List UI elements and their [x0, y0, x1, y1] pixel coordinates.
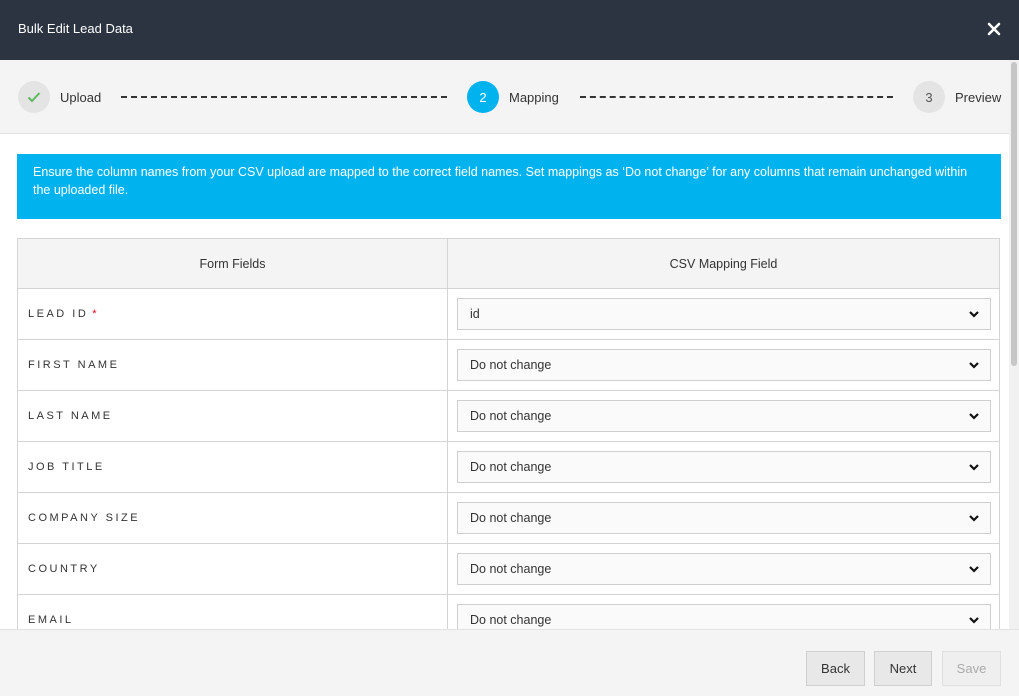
chevron-down-icon [969, 617, 979, 624]
mapping-select[interactable]: Do not change [457, 451, 991, 483]
field-name: LAST NAME [28, 410, 113, 422]
table-row: LEAD ID * id [18, 289, 999, 340]
step-label: Mapping [509, 89, 559, 105]
column-header-csv-mapping: CSV Mapping Field [669, 256, 778, 271]
dialog-body: Ensure the column names from your CSV up… [0, 135, 1009, 629]
field-name: COMPANY SIZE [28, 512, 141, 524]
mapping-select[interactable]: Do not change [457, 553, 991, 585]
field-label: FIRST NAME [18, 340, 448, 390]
step-upload[interactable]: Upload [18, 81, 101, 113]
field-name: LEAD ID [28, 308, 89, 320]
field-label: COMPANY SIZE [18, 493, 448, 543]
step-mapping[interactable]: 2 Mapping [467, 81, 559, 113]
table-row: EMAIL Do not change [18, 595, 999, 629]
chevron-down-icon [969, 566, 979, 573]
scrollbar-thumb[interactable] [1011, 62, 1017, 366]
select-value: Do not change [470, 613, 552, 627]
field-name: EMAIL [28, 614, 74, 626]
table-header: Form Fields CSV Mapping Field [18, 239, 999, 289]
step-number: 2 [467, 81, 499, 113]
field-name: COUNTRY [28, 563, 100, 575]
close-icon[interactable] [987, 20, 1001, 38]
dialog-title: Bulk Edit Lead Data [18, 21, 133, 36]
save-button[interactable]: Save [942, 651, 1001, 686]
table-row: FIRST NAME Do not change [18, 340, 999, 391]
info-banner: Ensure the column names from your CSV up… [17, 154, 1001, 219]
checkmark-icon [18, 81, 50, 113]
field-label: LEAD ID * [18, 289, 448, 339]
required-marker: * [92, 308, 100, 320]
mapping-select[interactable]: Do not change [457, 502, 991, 534]
chevron-down-icon [969, 311, 979, 318]
table-row: COMPANY SIZE Do not change [18, 493, 999, 544]
field-label: JOB TITLE [18, 442, 448, 492]
table-row: JOB TITLE Do not change [18, 442, 999, 493]
chevron-down-icon [969, 464, 979, 471]
mapping-table: Form Fields CSV Mapping Field LEAD ID * i… [17, 238, 1000, 629]
mapping-select[interactable]: Do not change [457, 349, 991, 381]
step-connector [121, 96, 447, 98]
step-number: 3 [913, 81, 945, 113]
step-label: Preview [955, 89, 1002, 105]
field-label: COUNTRY [18, 544, 448, 594]
field-name: FIRST NAME [28, 359, 120, 371]
select-value: Do not change [470, 460, 552, 474]
mapping-select[interactable]: id [457, 298, 991, 330]
dialog-footer: Back Next Save [0, 629, 1019, 696]
table-row: LAST NAME Do not change [18, 391, 999, 442]
wizard-stepper: Upload 2 Mapping 3 Preview [0, 60, 1009, 134]
select-value: Do not change [470, 358, 552, 372]
column-header-form-fields: Form Fields [18, 239, 448, 288]
chevron-down-icon [969, 413, 979, 420]
chevron-down-icon [969, 362, 979, 369]
select-value: Do not change [470, 409, 552, 423]
chevron-down-icon [969, 515, 979, 522]
select-value: Do not change [470, 511, 552, 525]
step-connector [580, 96, 893, 98]
step-label: Upload [60, 89, 102, 105]
field-name: JOB TITLE [28, 461, 105, 473]
table-row: COUNTRY Do not change [18, 544, 999, 595]
dialog-header: Bulk Edit Lead Data [0, 0, 1019, 60]
mapping-select[interactable]: Do not change [457, 400, 991, 432]
back-button[interactable]: Back [806, 651, 865, 686]
mapping-select[interactable]: Do not change [457, 604, 991, 629]
select-value: id [470, 307, 480, 321]
field-label: EMAIL [18, 595, 448, 629]
field-label: LAST NAME [18, 391, 448, 441]
step-preview[interactable]: 3 Preview [913, 81, 1001, 113]
next-button[interactable]: Next [874, 651, 932, 686]
scrollbar[interactable] [1009, 60, 1019, 629]
select-value: Do not change [470, 562, 552, 576]
